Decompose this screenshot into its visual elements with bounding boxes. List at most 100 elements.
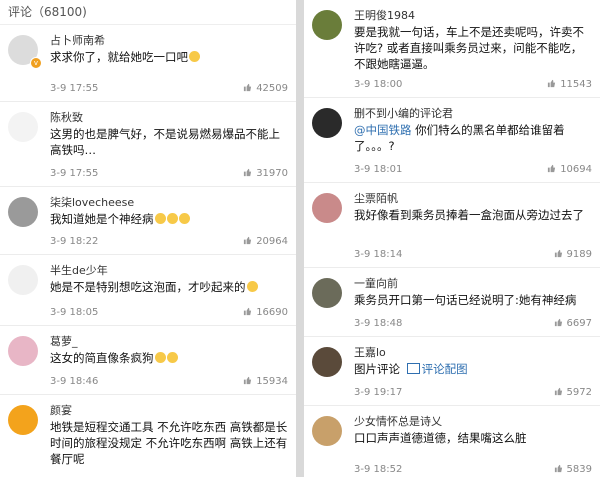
comment-username[interactable]: 葛萝_ — [50, 333, 78, 349]
comment-text: 地铁是短程交通工具 不允许吃东西 高铁都是长时间的旅程没规定 不允许吃东西啊 高… — [50, 419, 288, 467]
thumbs-up-icon[interactable] — [554, 318, 563, 327]
thumbs-up-icon[interactable] — [243, 83, 252, 92]
comment-username[interactable]: 柒柒lovecheese — [50, 194, 134, 210]
comment-timestamp: 3-9 17:55 — [50, 83, 99, 94]
comment-username[interactable]: 颜宴 — [50, 402, 72, 418]
comment-timestamp: 3-9 17:55 — [50, 168, 99, 179]
avatar[interactable] — [8, 265, 38, 295]
thumbs-up-icon[interactable] — [547, 79, 556, 88]
avatar[interactable] — [8, 336, 38, 366]
comment-item[interactable]: 葛萝_ 这女的简直像条疯狗 3-9 18:46 15934 — [0, 326, 296, 395]
thumbs-up-icon[interactable] — [243, 236, 252, 245]
like-count: 31970 — [256, 168, 288, 179]
comment-timestamp: 3-9 18:22 — [50, 236, 99, 247]
comment-username[interactable]: 占卜师南希 — [50, 32, 105, 48]
comment-item[interactable]: 王明俊1984 要是我就一句话，车上不是还卖呢吗，许卖不许吃? 或者直接叫乘务员过… — [304, 0, 600, 98]
comment-item[interactable]: v 占卜师南希求求你了，就给她吃一口吧 3-9 17:55 42509 — [0, 25, 296, 102]
like-count: 11543 — [560, 79, 592, 90]
comment-item[interactable]: 删不到小编的评论君 @中国铁路 你们特么的黑名单都给谁留着了。。。? 3-9 18:… — [304, 98, 600, 183]
like-button[interactable]: 15934 — [243, 376, 288, 387]
comment-username[interactable]: 王明俊1984 — [354, 7, 415, 23]
comment-body: 地铁是短程交通工具 不允许吃东西 高铁都是长时间的旅程没规定 不允许吃东西啊 高… — [50, 420, 288, 466]
thumbs-up-icon[interactable] — [243, 376, 252, 385]
comment-text: 我好像看到乘务员捧着一盒泡面从旁边过去了 — [354, 207, 592, 223]
comment-body: 求求你了，就给她吃一口吧 — [50, 50, 188, 64]
comment-list-left: v 占卜师南希求求你了，就给她吃一口吧 3-9 17:55 42509 陈秋致 这男的也是… — [0, 25, 296, 477]
comment-item[interactable]: 尘票陌帆 我好像看到乘务员捧着一盒泡面从旁边过去了 3-9 18:14 9189 — [304, 183, 600, 268]
image-icon — [406, 363, 420, 374]
comment-username[interactable]: 一童向前 — [354, 275, 398, 291]
emoji-icon — [178, 213, 190, 224]
like-button[interactable]: 5839 — [554, 464, 592, 475]
verified-badge-icon: v — [30, 57, 42, 69]
emoji-icon — [246, 281, 258, 292]
like-count: 5972 — [566, 387, 592, 398]
like-count: 20964 — [256, 236, 288, 247]
comment-text: 这女的简直像条疯狗 — [50, 350, 288, 366]
comment-text: 求求你了，就给她吃一口吧 — [50, 49, 288, 65]
comment-body: 我知道她是个神经病 — [50, 212, 154, 226]
comment-item[interactable]: 一童向前 乘务员开口第一句话已经说明了:她有神经病 3-9 18:48 6697 — [304, 268, 600, 337]
comment-timestamp: 3-9 18:14 — [354, 249, 403, 260]
thumbs-up-icon[interactable] — [554, 387, 563, 396]
avatar[interactable] — [312, 347, 342, 377]
image-comment-link[interactable]: 评论配图 — [422, 362, 468, 376]
thumbs-up-icon[interactable] — [243, 168, 252, 177]
like-button[interactable]: 16690 — [243, 307, 288, 318]
thumbs-up-icon[interactable] — [547, 164, 556, 173]
like-button[interactable]: 42509 — [243, 83, 288, 94]
screenshot: 评论（68100) v 占卜师南希求求你了，就给她吃一口吧 3-9 17:55 425… — [0, 0, 600, 477]
comment-timestamp: 3-9 18:46 — [50, 376, 99, 387]
comment-item[interactable]: 半生de少年 她是不是特别想吃这泡面，才吵起来的 3-9 18:05 16690 — [0, 255, 296, 326]
like-count: 16690 — [256, 307, 288, 318]
comment-text: 乘务员开口第一句话已经说明了:她有神经病 — [354, 292, 592, 308]
comment-username[interactable]: 少女情怀总是诗乂 — [354, 413, 442, 429]
thumbs-up-icon[interactable] — [554, 464, 563, 473]
comment-text: 要是我就一句话，车上不是还卖呢吗，许卖不许吃? 或者直接叫乘务员过来，问能不能吃… — [354, 24, 592, 72]
comment-body: 要是我就一句话，车上不是还卖呢吗，许卖不许吃? 或者直接叫乘务员过来，问能不能吃… — [354, 25, 584, 71]
avatar[interactable] — [312, 416, 342, 446]
avatar[interactable] — [8, 112, 38, 142]
like-count: 9189 — [566, 249, 592, 260]
comment-username[interactable]: 删不到小编的评论君 — [354, 105, 453, 121]
avatar[interactable] — [312, 193, 342, 223]
like-button[interactable]: 5972 — [554, 387, 592, 398]
avatar[interactable] — [312, 108, 342, 138]
comment-username[interactable]: 尘票陌帆 — [354, 190, 398, 206]
comment-item[interactable]: 王嘉lo 图片评论 评论配图 3-9 19:17 5972 — [304, 337, 600, 406]
comment-body: 乘务员开口第一句话已经说明了:她有神经病 — [354, 293, 577, 307]
comment-item[interactable]: 柒柒lovecheese 我知道她是个神经病 3-9 18:22 20964 — [0, 187, 296, 255]
avatar[interactable] — [312, 10, 342, 40]
comment-timestamp: 3-9 18:52 — [354, 464, 403, 475]
avatar[interactable] — [312, 278, 342, 308]
like-button[interactable]: 6697 — [554, 318, 592, 329]
emoji-icon — [189, 51, 200, 62]
comment-timestamp: 3-9 19:17 — [354, 387, 403, 398]
comments-column-left: 评论（68100) v 占卜师南希求求你了，就给她吃一口吧 3-9 17:55 425… — [0, 0, 296, 477]
thumbs-up-icon[interactable] — [554, 249, 563, 258]
comment-username[interactable]: 王嘉lo — [354, 344, 386, 360]
avatar[interactable] — [8, 197, 38, 227]
like-button[interactable]: 31970 — [243, 168, 288, 179]
emoji-icon — [166, 213, 178, 224]
comment-item[interactable]: 陈秋致 这男的也是脾气好，不是说易燃易爆品不能上高铁吗… 3-9 17:55 3197… — [0, 102, 296, 187]
like-button[interactable]: 10694 — [547, 164, 592, 175]
like-button[interactable]: 11543 — [547, 79, 592, 90]
comment-text: 图片评论 评论配图 — [354, 361, 592, 377]
like-count: 6697 — [566, 318, 592, 329]
like-button[interactable]: 9189 — [554, 249, 592, 260]
mention-link[interactable]: @中国铁路 — [354, 123, 412, 137]
comment-item[interactable]: 颜宴地铁是短程交通工具 不允许吃东西 高铁都是长时间的旅程没规定 不允许吃东西啊… — [0, 395, 296, 477]
avatar[interactable] — [8, 405, 38, 435]
like-count: 5839 — [566, 464, 592, 475]
comment-username[interactable]: 陈秋致 — [50, 109, 83, 125]
comment-body: 口口声声道德道德，结果嘴这么脏 — [354, 431, 527, 445]
like-button[interactable]: 20964 — [243, 236, 288, 247]
comment-body: 图片评论 — [354, 362, 404, 376]
comment-text: 我知道她是个神经病 — [50, 211, 288, 227]
comments-header: 评论（68100) — [0, 0, 296, 25]
emoji-icon — [154, 213, 166, 224]
thumbs-up-icon[interactable] — [243, 307, 252, 316]
comment-item[interactable]: 少女情怀总是诗乂口口声声道德道德，结果嘴这么脏 3-9 18:52 5839 — [304, 406, 600, 477]
comment-username[interactable]: 半生de少年 — [50, 262, 108, 278]
